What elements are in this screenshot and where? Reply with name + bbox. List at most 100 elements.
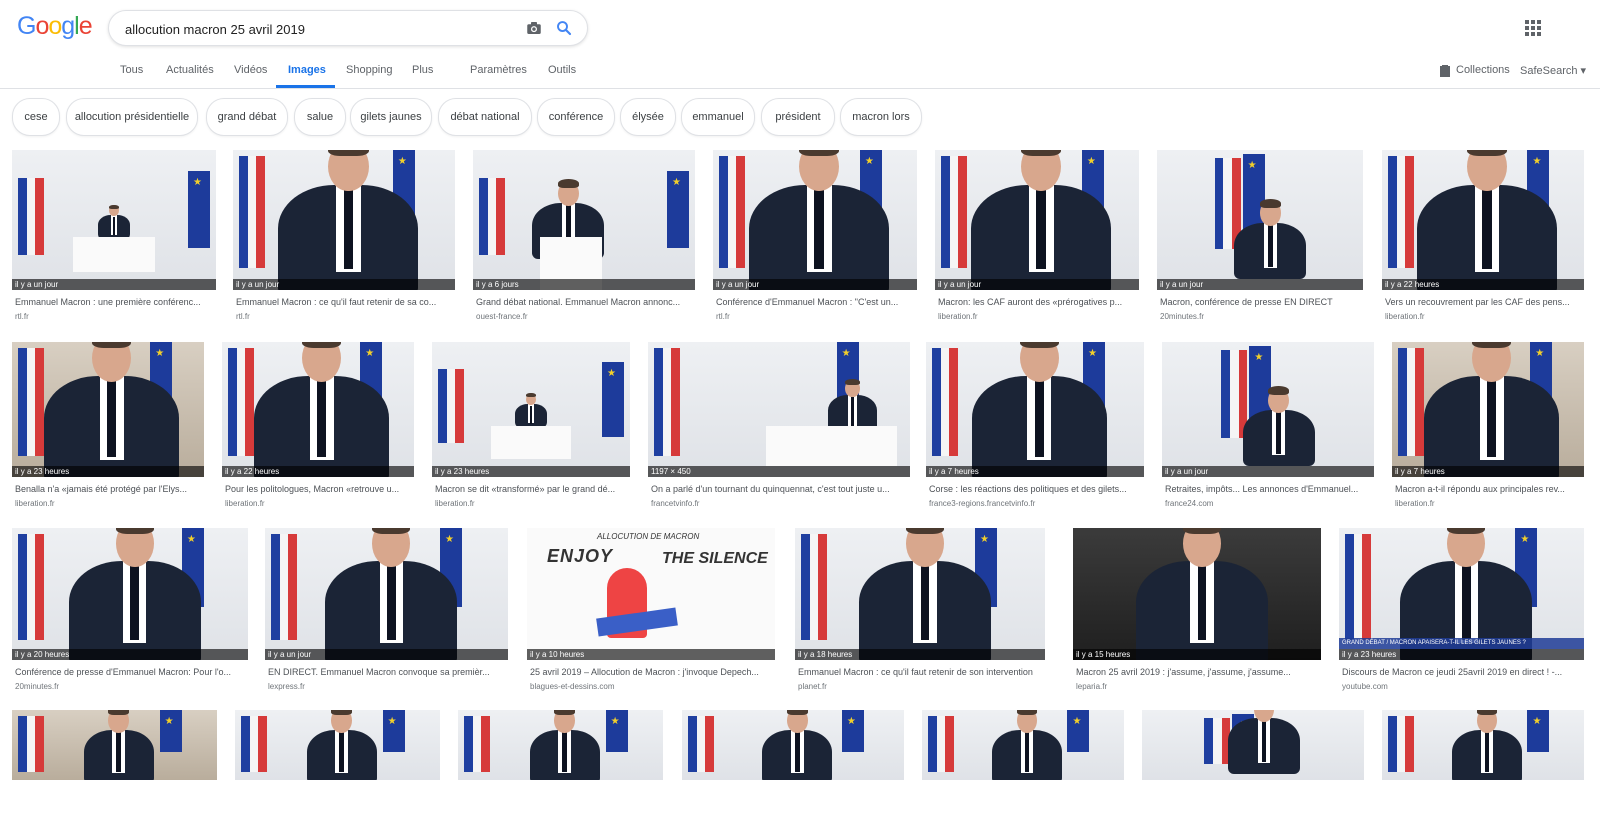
chip-macron-lors[interactable]: macron lors xyxy=(840,98,922,136)
chip-emmanuel[interactable]: emmanuel xyxy=(681,98,755,136)
image-result[interactable]: 1197 × 450 On a parlé d'un tournant du qu… xyxy=(648,342,910,522)
result-thumbnail[interactable] xyxy=(922,710,1124,780)
result-title[interactable]: Emmanuel Macron : une première conférenc… xyxy=(15,297,213,307)
result-title[interactable]: Conférence d'Emmanuel Macron : "C'est un… xyxy=(716,297,914,307)
result-thumbnail[interactable]: il y a 7 heures xyxy=(1392,342,1584,477)
result-thumbnail[interactable] xyxy=(1382,710,1584,780)
image-result[interactable]: il y a 15 heures Macron 25 avril 2019 : j… xyxy=(1073,528,1321,705)
result-thumbnail[interactable]: il y a 22 heures xyxy=(1382,150,1584,290)
result-thumbnail[interactable]: ALLOCUTION DE MACRON ENJOY THE SILENCE il y… xyxy=(527,528,775,660)
image-result[interactable]: il y a un jour Retraites, impôts... Les a… xyxy=(1162,342,1374,522)
result-title[interactable]: EN DIRECT. Emmanuel Macron convoque sa p… xyxy=(268,667,505,677)
image-result[interactable]: il y a 22 heures Vers un recouvrement par… xyxy=(1382,150,1584,335)
chip-cese[interactable]: cese xyxy=(12,98,60,136)
image-result[interactable]: il y a 23 heures Macron se dit «transform… xyxy=(432,342,630,522)
result-thumbnail[interactable]: il y a 15 heures xyxy=(1073,528,1321,660)
result-thumbnail[interactable]: 1197 × 450 xyxy=(648,342,910,477)
result-thumbnail[interactable]: il y a 23 heures xyxy=(12,342,204,477)
result-title[interactable]: Macron a-t-il répondu aux principales re… xyxy=(1395,484,1581,494)
chip-conference[interactable]: conférence xyxy=(537,98,615,136)
result-thumbnail[interactable]: il y a un jour xyxy=(12,150,216,290)
result-thumbnail[interactable]: il y a 20 heures xyxy=(12,528,248,660)
image-result[interactable] xyxy=(682,710,904,825)
result-thumbnail[interactable] xyxy=(682,710,904,780)
result-title[interactable]: Retraites, impôts... Les annonces d'Emma… xyxy=(1165,484,1371,494)
result-thumbnail[interactable]: il y a un jour xyxy=(265,528,508,660)
result-title[interactable]: Grand débat national. Emmanuel Macron an… xyxy=(476,297,692,307)
result-thumbnail[interactable]: il y a 7 heures xyxy=(926,342,1144,477)
camera-icon[interactable] xyxy=(525,19,543,37)
result-title[interactable]: Conférence de presse d'Emmanuel Macron: … xyxy=(15,667,245,677)
image-result[interactable]: il y a 6 jours Grand débat national. Emma… xyxy=(473,150,695,335)
result-title[interactable]: Macron 25 avril 2019 : j'assume, j'assum… xyxy=(1076,667,1318,677)
image-result[interactable]: il y a 23 heuresGRAND DÉBAT / MACRON APA… xyxy=(1339,528,1584,705)
result-title[interactable]: Vers un recouvrement par les CAF des pen… xyxy=(1385,297,1581,307)
image-result[interactable] xyxy=(1142,710,1364,825)
result-thumbnail[interactable]: il y a un jour xyxy=(713,150,917,290)
chip-gilets-jaunes[interactable]: gilets jaunes xyxy=(350,98,432,136)
google-logo[interactable]: Google xyxy=(17,12,93,41)
result-thumbnail[interactable]: il y a 6 jours xyxy=(473,150,695,290)
tab-videos[interactable]: Vidéos xyxy=(234,64,267,76)
image-result[interactable] xyxy=(922,710,1124,825)
image-result[interactable]: il y a un jour Conférence d'Emmanuel Macr… xyxy=(713,150,917,335)
result-title[interactable]: Discours de Macron ce jeudi 25avril 2019… xyxy=(1342,667,1581,677)
image-result[interactable]: il y a 20 heures Conférence de presse d'E… xyxy=(12,528,248,705)
chip-debat-national[interactable]: débat national xyxy=(438,98,532,136)
image-result[interactable] xyxy=(12,710,217,825)
tab-plus[interactable]: Plus xyxy=(412,64,433,76)
image-result[interactable]: il y a un jour EN DIRECT. Emmanuel Macron… xyxy=(265,528,508,705)
result-title[interactable]: On a parlé d'un tournant du quinquennat,… xyxy=(651,484,907,494)
collections-link[interactable]: Collections xyxy=(1456,64,1510,76)
chip-elysee[interactable]: élysée xyxy=(620,98,676,136)
result-thumbnail[interactable]: il y a un jour xyxy=(935,150,1139,290)
result-title[interactable]: Emmanuel Macron : ce qu'il faut retenir … xyxy=(236,297,452,307)
image-result[interactable] xyxy=(458,710,663,825)
image-result[interactable]: il y a 22 heures Pour les politologues, M… xyxy=(222,342,414,522)
result-thumbnail[interactable] xyxy=(235,710,440,780)
image-result[interactable] xyxy=(1382,710,1584,825)
result-title[interactable]: Pour les politologues, Macron «retrouve … xyxy=(225,484,411,494)
tab-images[interactable]: Images xyxy=(288,64,326,76)
result-thumbnail[interactable] xyxy=(1142,710,1364,780)
chip-allocution-presidentielle[interactable]: allocution présidentielle xyxy=(66,98,198,136)
result-title[interactable]: Corse : les réactions des politiques et … xyxy=(929,484,1141,494)
chip-president[interactable]: président xyxy=(761,98,835,136)
result-thumbnail[interactable]: il y a un jour xyxy=(1162,342,1374,477)
search-icon[interactable] xyxy=(555,19,573,37)
chip-grand-debat[interactable]: grand débat xyxy=(206,98,288,136)
image-result[interactable]: il y a 18 heures Emmanuel Macron : ce qu'… xyxy=(795,528,1045,705)
image-result[interactable]: ALLOCUTION DE MACRON ENJOY THE SILENCE il y… xyxy=(527,528,775,705)
result-thumbnail[interactable]: il y a 23 heures xyxy=(432,342,630,477)
tab-shopping[interactable]: Shopping xyxy=(346,64,393,76)
result-thumbnail[interactable]: il y a un jour xyxy=(233,150,455,290)
search-input[interactable] xyxy=(123,18,507,40)
image-result[interactable]: il y a 7 heures Macron a-t-il répondu aux… xyxy=(1392,342,1584,522)
tab-parametres[interactable]: Paramètres xyxy=(470,64,527,76)
tab-outils[interactable]: Outils xyxy=(548,64,576,76)
image-result[interactable]: il y a un jour Emmanuel Macron : une prem… xyxy=(12,150,216,335)
result-title[interactable]: Macron, conférence de presse EN DIRECT xyxy=(1160,297,1360,307)
image-result[interactable]: il y a un jour Macron, conférence de pres… xyxy=(1157,150,1363,335)
tab-actualites[interactable]: Actualités xyxy=(166,64,214,76)
image-result[interactable]: il y a 7 heures Corse : les réactions des… xyxy=(926,342,1144,522)
image-result[interactable]: il y a un jour Emmanuel Macron : ce qu'il… xyxy=(233,150,455,335)
result-thumbnail[interactable]: il y a 23 heuresGRAND DÉBAT / MACRON APA… xyxy=(1339,528,1584,660)
result-thumbnail[interactable]: il y a 18 heures xyxy=(795,528,1045,660)
result-thumbnail[interactable]: il y a 22 heures xyxy=(222,342,414,477)
tab-tous[interactable]: Tous xyxy=(120,64,143,76)
result-title[interactable]: Emmanuel Macron : ce qu'il faut retenir … xyxy=(798,667,1042,677)
result-title[interactable]: 25 avril 2019 – Allocution de Macron : j… xyxy=(530,667,772,677)
result-title[interactable]: Macron se dit «transformé» par le grand … xyxy=(435,484,627,494)
image-result[interactable]: il y a 23 heures Benalla n'a «jamais été … xyxy=(12,342,204,522)
image-result[interactable] xyxy=(235,710,440,825)
image-result[interactable]: il y a un jour Macron: les CAF auront des… xyxy=(935,150,1139,335)
result-thumbnail[interactable] xyxy=(458,710,663,780)
result-title[interactable]: Macron: les CAF auront des «prérogatives… xyxy=(938,297,1136,307)
chip-salue[interactable]: salue xyxy=(294,98,346,136)
apps-grid-icon[interactable] xyxy=(1525,20,1541,36)
result-title[interactable]: Benalla n'a «jamais été protégé par l'El… xyxy=(15,484,201,494)
result-thumbnail[interactable] xyxy=(12,710,217,780)
result-thumbnail[interactable]: il y a un jour xyxy=(1157,150,1363,290)
safesearch-dropdown[interactable]: SafeSearch ▾ xyxy=(1520,64,1586,77)
